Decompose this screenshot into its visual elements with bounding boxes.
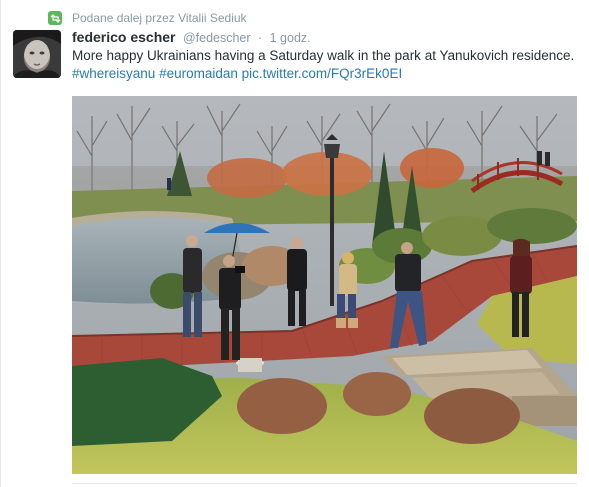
divider xyxy=(72,483,577,484)
tweet-photo[interactable] xyxy=(72,96,577,474)
pic-link[interactable]: pic.twitter.com/FQr3rEk0EI xyxy=(242,66,403,81)
hashtag-link[interactable]: #euromaidan xyxy=(159,66,238,81)
hashtag-link[interactable]: #whereisyanu xyxy=(72,66,155,81)
tweet-text: More happy Ukrainians having a Saturday … xyxy=(72,47,577,83)
tweet-header: federico escher @fedescher · 1 godz. xyxy=(72,29,311,47)
author-name[interactable]: federico escher xyxy=(72,29,176,45)
retweet-label: Podane dalej przez Vitalii Sediuk xyxy=(72,11,247,25)
tweet-card[interactable]: Podane dalej przez Vitalii Sediuk federi… xyxy=(0,0,589,487)
avatar[interactable] xyxy=(13,30,61,78)
author-handle[interactable]: @fedescher xyxy=(183,31,251,45)
meta-separator: · xyxy=(258,31,263,45)
retweet-icon xyxy=(48,11,62,25)
tweet-timestamp[interactable]: 1 godz. xyxy=(270,31,311,45)
photo-illustration xyxy=(72,96,577,474)
retweet-context[interactable]: Podane dalej przez Vitalii Sediuk xyxy=(48,10,247,26)
tweet-body: More happy Ukrainians having a Saturday … xyxy=(72,48,575,63)
